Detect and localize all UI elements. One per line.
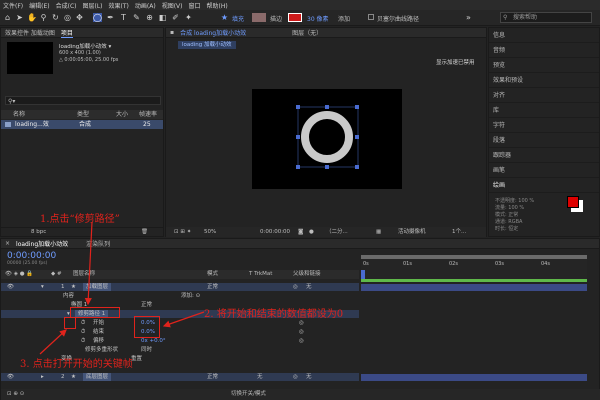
annotation-arrows bbox=[39, 221, 205, 355]
